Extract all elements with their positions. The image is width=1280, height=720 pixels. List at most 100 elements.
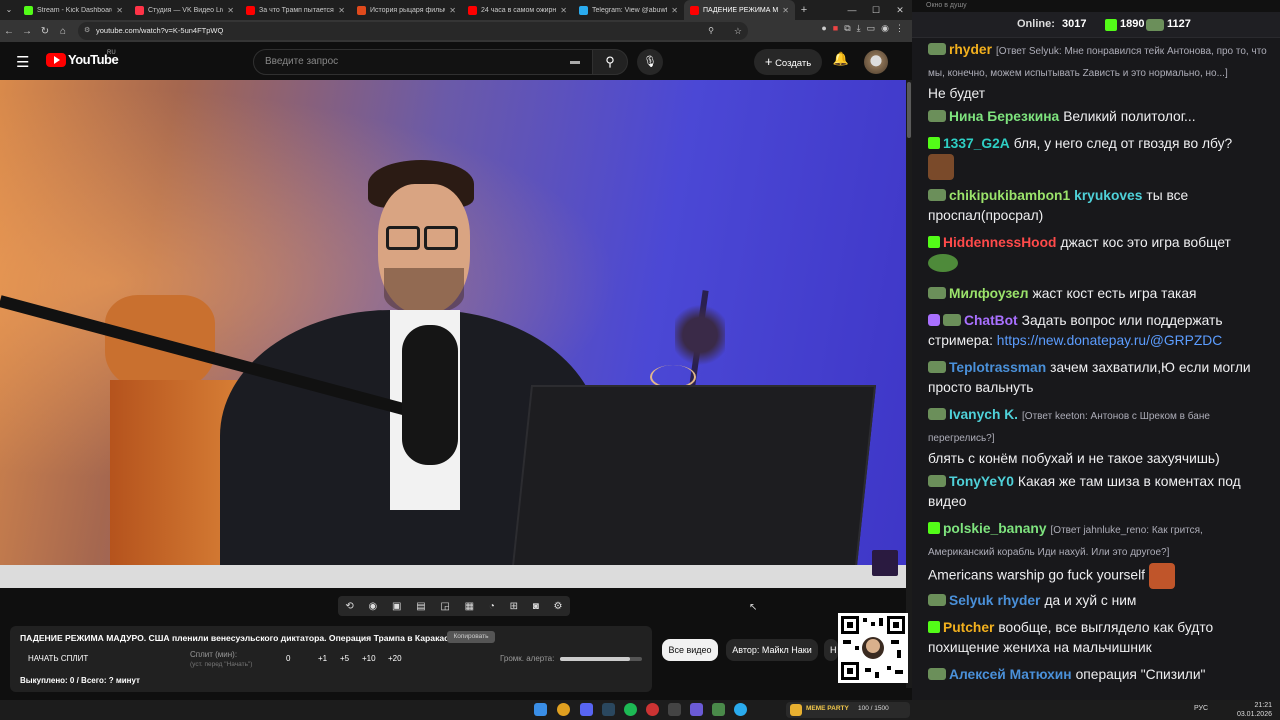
chat-username[interactable]: Милфоузел bbox=[949, 286, 1028, 301]
media-player-icon[interactable] bbox=[690, 703, 703, 716]
filter-all-videos[interactable]: Все видео bbox=[662, 639, 718, 661]
chat-username[interactable]: Selyuk bbox=[949, 593, 993, 608]
avatar[interactable] bbox=[864, 50, 888, 74]
add-5-button[interactable]: +5 bbox=[340, 654, 349, 663]
obs-icon[interactable] bbox=[646, 703, 659, 716]
chat-mention[interactable]: kryukoves bbox=[1074, 188, 1142, 203]
close-tab-icon[interactable]: ✕ bbox=[227, 6, 234, 15]
close-window-button[interactable]: ✕ bbox=[888, 0, 912, 20]
new-tab-icon[interactable]: + bbox=[795, 0, 813, 20]
telegram-icon[interactable] bbox=[734, 703, 747, 716]
filter-more[interactable]: Н bbox=[824, 639, 838, 661]
url-field[interactable]: ⚙ youtube.com/watch?v=K-5un4FTpWQ ☆ ⚲ bbox=[78, 22, 748, 40]
speed-icon[interactable]: ◔ bbox=[489, 601, 495, 612]
close-tab-icon[interactable]: ✕ bbox=[560, 6, 567, 15]
settings-gear-icon[interactable]: ⚙ bbox=[554, 601, 563, 612]
minimize-button[interactable]: — bbox=[840, 0, 864, 20]
profile-icon[interactable]: ◉ bbox=[881, 23, 889, 34]
spotify-icon[interactable] bbox=[624, 703, 637, 716]
loop-icon[interactable]: ⟲ bbox=[345, 601, 353, 612]
close-tab-icon[interactable]: ✕ bbox=[449, 6, 456, 15]
close-tab-icon[interactable]: ✕ bbox=[116, 6, 123, 15]
clock[interactable]: 21:21 03.01.2026 bbox=[1228, 701, 1272, 719]
chat-username[interactable]: HiddennessHood bbox=[943, 235, 1056, 250]
search-input[interactable]: Введите запрос ▬ bbox=[253, 49, 593, 75]
chat-username[interactable]: polskie_banany bbox=[943, 521, 1047, 536]
extension-red-icon[interactable]: ■ bbox=[833, 23, 838, 34]
tab-search-icon[interactable]: ⌄ bbox=[0, 0, 18, 20]
add-10-button[interactable]: +10 bbox=[362, 654, 376, 663]
frames-icon[interactable]: ▦ bbox=[465, 601, 474, 612]
forward-arrow-icon[interactable]: → bbox=[18, 26, 36, 37]
close-tab-icon[interactable]: ✕ bbox=[338, 6, 345, 15]
pip-icon[interactable]: ◲ bbox=[440, 601, 449, 612]
extensions-puzzle-icon[interactable]: ⧉ bbox=[844, 23, 850, 34]
toolbar-extensions: ● ■ ⧉ ⤓ ▭ ◉ ⋮ bbox=[821, 23, 904, 34]
tab-telegram[interactable]: Telegram: View @abuwtf ✕ bbox=[573, 0, 684, 20]
maximize-button[interactable]: ☐ bbox=[864, 0, 888, 20]
chat-username[interactable]: Teplotrassman bbox=[949, 360, 1046, 375]
add-20-button[interactable]: +20 bbox=[388, 654, 402, 663]
search-button[interactable]: ⚲ bbox=[592, 49, 628, 75]
filter-author[interactable]: Автор: Майкл Наки bbox=[726, 639, 818, 661]
camera-icon[interactable]: ◙ bbox=[533, 601, 539, 612]
close-tab-icon[interactable]: ✕ bbox=[671, 6, 678, 15]
channel-watermark-icon[interactable] bbox=[872, 550, 898, 576]
tab-kick-dashboard[interactable]: Stream - Kick Dashboard ✕ bbox=[18, 0, 129, 20]
chat-username[interactable]: chikipukibambon1 bbox=[949, 188, 1070, 203]
zoom-icon[interactable]: ⚲ bbox=[708, 22, 714, 40]
tab-youtube-maduro[interactable]: ПАДЕНИЕ РЕЖИМА МАДУР...✕ bbox=[684, 0, 795, 20]
chat-username[interactable]: Putcher bbox=[943, 620, 994, 635]
reload-icon[interactable]: ↻ bbox=[36, 26, 54, 37]
chrome-icon[interactable] bbox=[557, 703, 570, 716]
tab-knight-film[interactable]: История рыцаря фильм, 20...✕ bbox=[351, 0, 462, 20]
keyboard-icon[interactable]: ▬ bbox=[570, 50, 580, 74]
menu-kebab-icon[interactable]: ⋮ bbox=[895, 23, 904, 34]
youtube-logo-icon[interactable] bbox=[46, 53, 66, 67]
chat-username[interactable]: rhyder bbox=[949, 42, 992, 57]
discord-icon[interactable] bbox=[580, 703, 593, 716]
subs-count: 1127 bbox=[1167, 18, 1191, 30]
app-icon[interactable] bbox=[668, 703, 681, 716]
chat-username[interactable]: ChatBot bbox=[964, 313, 1018, 328]
sheets-icon[interactable] bbox=[712, 703, 725, 716]
donate-link[interactable]: https://new.donatepay.ru/@GRPZDC bbox=[997, 333, 1222, 348]
chat-username[interactable]: Нина Березкина bbox=[949, 109, 1059, 124]
language-indicator[interactable]: РУС bbox=[1194, 705, 1208, 712]
tab-vk-studio[interactable]: Студия — VK Видео Live ✕ bbox=[129, 0, 240, 20]
chat-username[interactable]: Алексей Матюхин bbox=[949, 667, 1072, 682]
chat-mention[interactable]: rhyder bbox=[997, 593, 1040, 608]
steam-icon[interactable] bbox=[602, 703, 615, 716]
chat-username[interactable]: Ivanych K. bbox=[949, 407, 1018, 422]
extension-circle-icon[interactable]: ● bbox=[821, 23, 826, 34]
hamburger-menu-icon[interactable]: ☰ bbox=[16, 53, 29, 71]
audio-icon[interactable]: ◉ bbox=[369, 601, 378, 612]
back-arrow-icon[interactable]: ← bbox=[0, 26, 18, 37]
site-info-icon[interactable]: ⚙ bbox=[84, 22, 90, 40]
add-1-button[interactable]: +1 bbox=[318, 654, 327, 663]
start-split-button[interactable]: НАЧАТЬ СПЛИТ bbox=[28, 654, 88, 663]
bookmark-star-icon[interactable]: ☆ bbox=[734, 22, 742, 40]
voice-search-button[interactable]: 🎙 bbox=[637, 49, 663, 75]
close-tab-icon[interactable]: ✕ bbox=[782, 6, 789, 15]
copy-title-button[interactable]: Копировать bbox=[447, 631, 495, 643]
tab-youtube-trump[interactable]: За что Трамп пытается убить...✕ bbox=[240, 0, 351, 20]
video-player[interactable] bbox=[0, 80, 906, 588]
clip-icon[interactable]: ▤ bbox=[416, 601, 425, 612]
notifications-bell-icon[interactable]: 🔔 bbox=[831, 51, 851, 73]
download-icon[interactable]: ⤓ bbox=[857, 23, 861, 34]
chat-username[interactable]: 1337_G2A bbox=[943, 136, 1010, 151]
home-icon[interactable]: ⌂ bbox=[54, 26, 72, 37]
windows-start-icon[interactable] bbox=[534, 703, 547, 716]
alert-volume-slider[interactable] bbox=[560, 657, 642, 661]
split-minutes-input[interactable]: 0 bbox=[286, 654, 290, 663]
subscriber-badge-icon bbox=[928, 189, 946, 201]
meme-party-widget[interactable]: MEME PARTY 100 / 1500 bbox=[786, 702, 910, 718]
tab-youtube-24h[interactable]: 24 часа в самом ожирневши...✕ bbox=[462, 0, 573, 20]
chat-username[interactable]: TonyYeY0 bbox=[949, 474, 1014, 489]
cast-icon[interactable]: ▭ bbox=[867, 23, 876, 34]
screenshot-icon[interactable]: ▣ bbox=[392, 601, 401, 612]
add-icon[interactable]: ⊞ bbox=[510, 601, 518, 612]
scrollbar-thumb[interactable] bbox=[907, 82, 911, 138]
create-button[interactable]: + Создать bbox=[754, 49, 822, 75]
